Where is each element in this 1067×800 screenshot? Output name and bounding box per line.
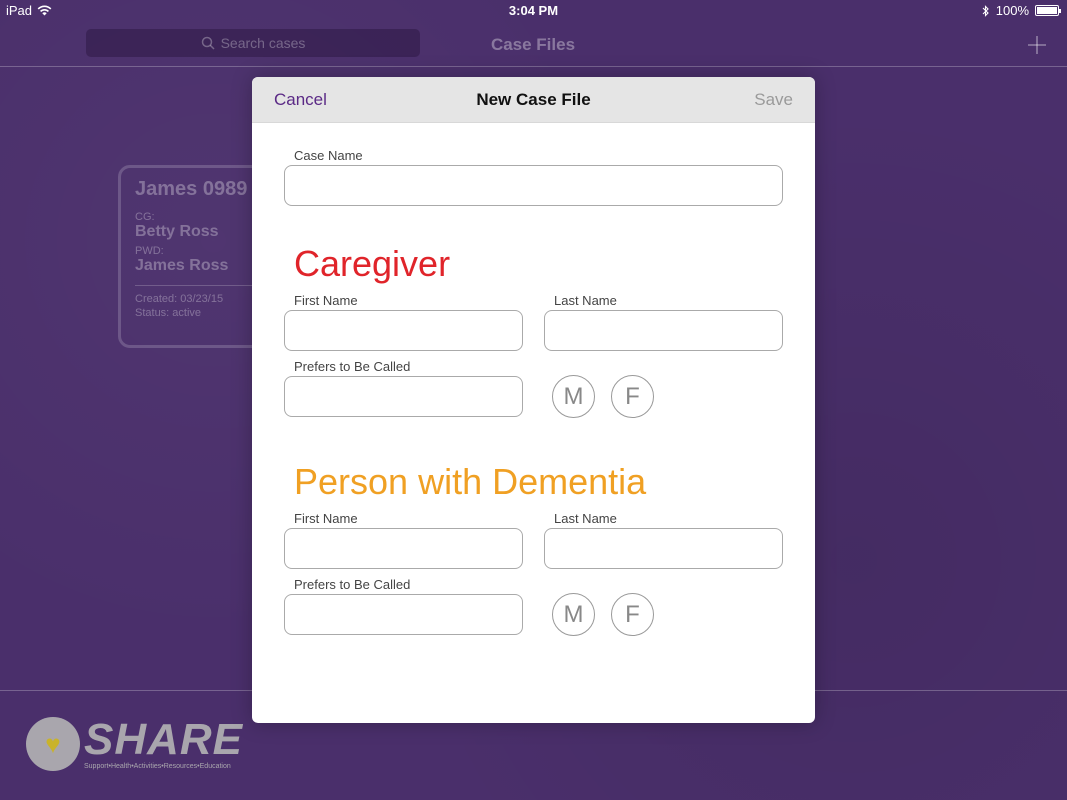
status-right: 100%	[982, 3, 1061, 18]
pwd-male-button[interactable]: M	[552, 593, 595, 636]
logo-tagline: Support•Health•Activities•Resources•Educ…	[84, 762, 231, 770]
caregiver-first-name-input[interactable]	[284, 310, 523, 351]
caregiver-first-name-label: First Name	[294, 293, 358, 308]
pwd-last-name-label: Last Name	[554, 511, 617, 526]
caregiver-prefers-input[interactable]	[284, 376, 523, 417]
caregiver-last-name-input[interactable]	[544, 310, 783, 351]
battery-fill	[1037, 7, 1057, 14]
pwd-first-name-input[interactable]	[284, 528, 523, 569]
search-field[interactable]: Search cases	[86, 29, 420, 57]
pwd-last-name-input[interactable]	[544, 528, 783, 569]
search-icon	[201, 36, 215, 50]
caregiver-female-button[interactable]: F	[611, 375, 654, 418]
pwd-first-name-label: First Name	[294, 511, 358, 526]
navbar: Search cases Case Files	[0, 22, 1067, 67]
case-card-title: James 0989	[135, 178, 248, 200]
pwd-prefers-label: Prefers to Be Called	[294, 577, 411, 592]
add-case-button[interactable]	[1027, 29, 1047, 60]
pwd-heading: Person with Dementia	[294, 461, 647, 502]
logo-text: SHARE Support•Health•Activities•Resource…	[84, 714, 244, 770]
new-case-modal: Cancel New Case File Save Case Name Care…	[252, 77, 815, 723]
modal-header: Cancel New Case File Save	[252, 77, 815, 123]
search-placeholder: Search cases	[220, 35, 306, 51]
caregiver-last-name-label: Last Name	[554, 293, 617, 308]
pwd-prefers-input[interactable]	[284, 594, 523, 635]
case-card-divider	[135, 285, 261, 286]
bluetooth-icon	[982, 4, 989, 17]
logo-word: SHARE	[84, 714, 244, 764]
heart-icon: ♥	[45, 729, 61, 759]
battery-percent: 100%	[995, 3, 1029, 18]
share-logo: ♥ SHARE Support•Health•Activities•Resour…	[26, 717, 243, 771]
caregiver-male-button[interactable]: M	[552, 375, 595, 418]
modal-title: New Case File	[476, 90, 591, 109]
status-bar: iPad 3:04 PM 100%	[0, 0, 1067, 22]
logo-puzzle-icon: ♥	[26, 717, 80, 771]
plus-icon	[1028, 36, 1046, 54]
caregiver-heading: Caregiver	[294, 243, 451, 284]
status-time: 3:04 PM	[508, 3, 559, 18]
case-card-pwd-name: James Ross	[135, 257, 229, 274]
pwd-female-button[interactable]: F	[611, 593, 654, 636]
case-card-cg-name: Betty Ross	[135, 223, 219, 240]
save-button[interactable]: Save	[754, 90, 793, 110]
caregiver-prefers-label: Prefers to Be Called	[294, 359, 411, 374]
page-title: Case Files	[490, 35, 576, 54]
case-card-status: Status: active	[135, 307, 202, 319]
case-card-created: Created: 03/23/15	[135, 293, 224, 305]
battery-icon	[1035, 5, 1061, 16]
case-name-label: Case Name	[294, 148, 363, 163]
case-name-input[interactable]	[284, 165, 783, 206]
case-card-pwd-label: PWD:	[135, 245, 164, 257]
case-card-cg-label: CG:	[135, 211, 155, 223]
